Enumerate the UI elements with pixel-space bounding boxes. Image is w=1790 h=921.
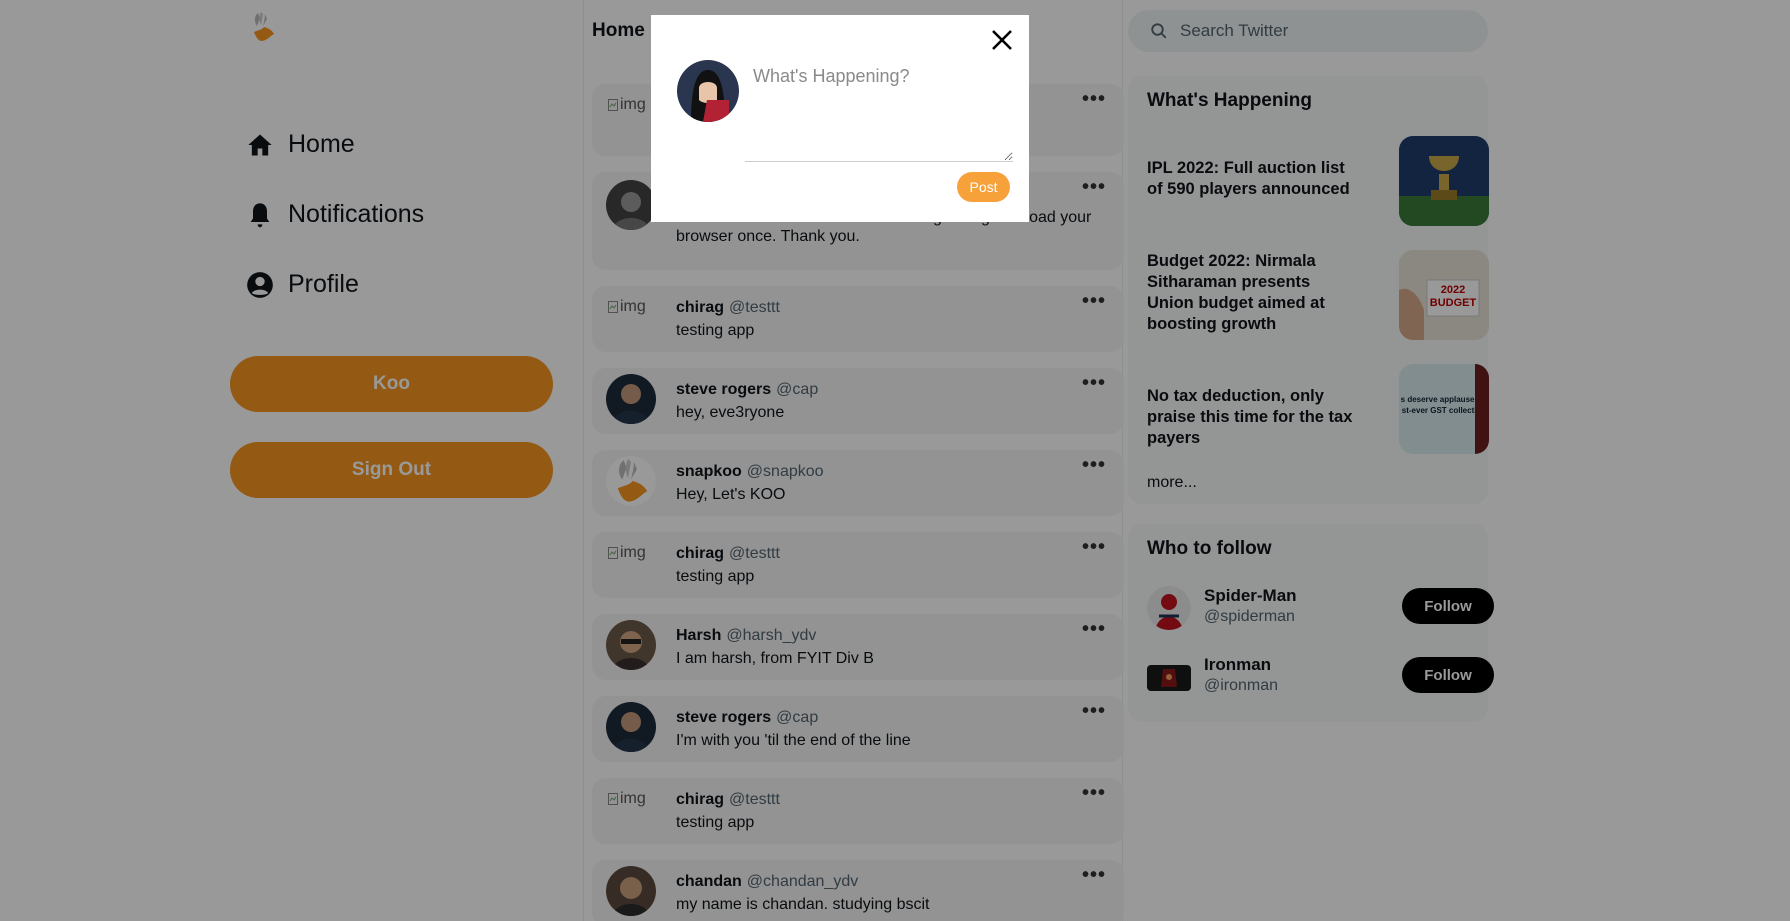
avatar bbox=[677, 60, 739, 122]
compose-textarea[interactable] bbox=[745, 58, 1013, 162]
compose-modal: Post bbox=[651, 15, 1029, 222]
close-icon[interactable] bbox=[989, 27, 1015, 53]
post-button[interactable]: Post bbox=[957, 172, 1010, 202]
